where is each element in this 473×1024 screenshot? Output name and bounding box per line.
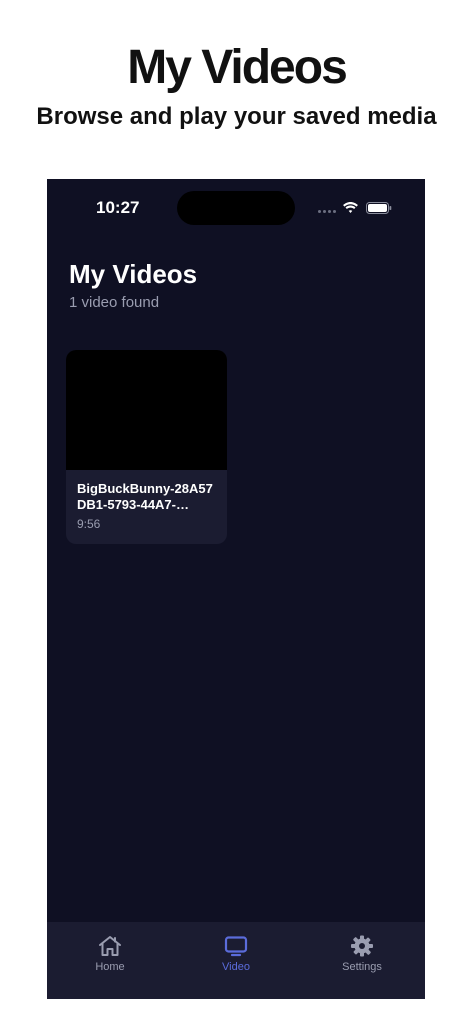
- phone-screen: 10:27 My Videos 1 video found BigBuckBun…: [47, 179, 425, 999]
- video-card[interactable]: BigBuckBunny-28A57DB1-5793-44A7-… 9:56: [66, 350, 227, 544]
- wifi-icon: [343, 202, 358, 213]
- tab-home[interactable]: Home: [70, 934, 150, 973]
- promo-title: My Videos: [127, 41, 348, 94]
- home-icon: [99, 936, 121, 956]
- signal-dots-icon: [318, 210, 336, 213]
- gear-icon: [351, 935, 373, 957]
- tab-bar: Home Video Settings: [47, 922, 425, 999]
- promo-subtitle: Browse and play your saved media: [36, 103, 437, 130]
- tab-settings[interactable]: Settings: [322, 934, 402, 973]
- video-title: BigBuckBunny-28A57DB1-5793-44A7-…: [77, 481, 213, 512]
- battery-icon: [366, 202, 392, 214]
- tv-icon: [224, 936, 248, 957]
- tab-video-label: Video: [222, 961, 250, 973]
- video-count: 1 video found: [69, 294, 160, 311]
- video-thumbnail[interactable]: [66, 350, 227, 470]
- dynamic-island: [177, 191, 295, 225]
- tab-video[interactable]: Video: [196, 934, 276, 973]
- tab-home-label: Home: [95, 961, 125, 973]
- status-time: 10:27: [96, 198, 140, 217]
- video-duration: 9:56: [77, 517, 101, 531]
- screen-title: My Videos: [69, 259, 198, 289]
- tab-settings-label: Settings: [342, 961, 382, 973]
